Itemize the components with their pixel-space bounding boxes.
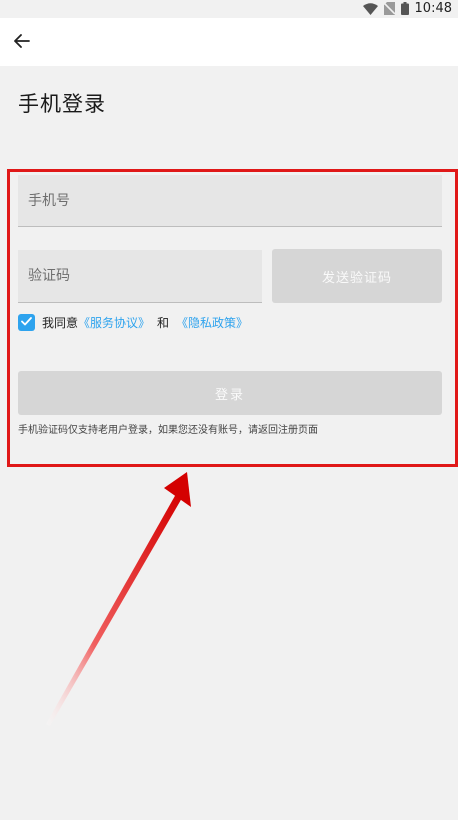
status-time: 10:48 <box>414 1 452 16</box>
status-bar: 10:48 <box>0 0 458 18</box>
status-icons: 10:48 <box>362 0 452 19</box>
send-code-button[interactable]: 发送验证码 <box>272 249 442 303</box>
login-hint: 手机验证码仅支持老用户登录，如果您还没有账号，请返回注册页面 <box>18 425 318 436</box>
agree-checkbox[interactable] <box>18 313 35 331</box>
arrow-head <box>164 472 191 507</box>
and-label: 和 <box>157 315 170 330</box>
terms-of-service-link[interactable]: 《服务协议》 <box>78 314 150 331</box>
agreement-row: 我同意 《服务协议》 和 《隐私政策》 <box>18 313 248 331</box>
battery-icon <box>400 0 409 19</box>
wifi-icon <box>362 0 378 19</box>
check-icon <box>21 315 32 329</box>
arrow-shaft <box>46 494 182 726</box>
top-app-bar <box>0 18 458 66</box>
verification-code-input[interactable] <box>18 250 262 302</box>
back-button[interactable] <box>10 30 34 54</box>
login-button[interactable]: 登录 <box>18 371 442 415</box>
privacy-policy-link[interactable]: 《隐私政策》 <box>176 314 248 331</box>
code-field-container <box>18 250 262 303</box>
phone-input[interactable] <box>18 175 442 226</box>
arrow-left-icon <box>14 33 30 52</box>
agree-label: 我同意 <box>42 315 79 330</box>
page-title: 手机登录 <box>18 92 106 116</box>
phone-field-container <box>18 175 442 227</box>
no-sim-icon <box>382 0 396 19</box>
